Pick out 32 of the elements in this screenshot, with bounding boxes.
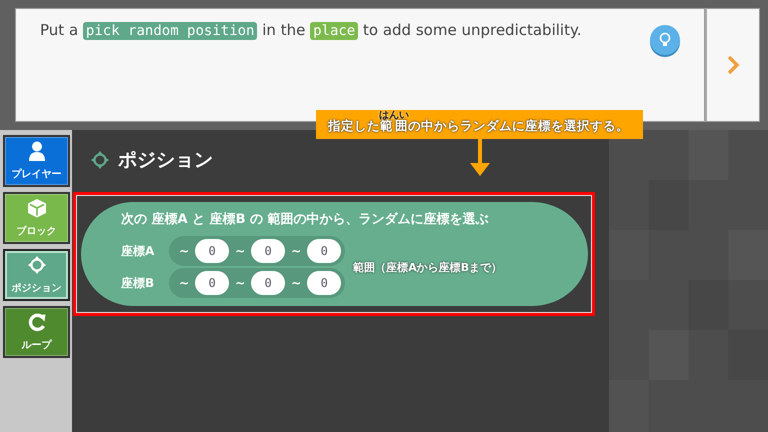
coordinate-label: 座標A — [121, 242, 156, 260]
chevron-right-icon — [726, 54, 740, 76]
down-arrow — [468, 139, 490, 177]
range-note: 範囲（座標Aから座標Bまで） — [353, 260, 504, 274]
cube-icon — [26, 198, 46, 218]
crosshair-icon — [90, 150, 110, 170]
category-button[interactable]: ループ — [3, 306, 70, 358]
instruction-text: Put a pick random position in the place to add some unpredictability. — [40, 20, 582, 42]
code-block[interactable]: 次の 座標A と 座標B の 範囲の中から、ランダムに座標を選ぶ 座標A ~ 0 ~ 0 ~ 0 座標B ~ 0 ~ 0 ~ 0 範囲（座標Aから座標Bまで） — [81, 202, 588, 306]
hint-button[interactable] — [650, 25, 680, 55]
number-field[interactable]: 0 — [195, 239, 230, 263]
coordinate-label: 座標B — [121, 274, 156, 292]
tilde-label: ~ — [235, 276, 246, 290]
number-field[interactable]: 0 — [251, 271, 286, 295]
refresh-icon — [26, 312, 46, 332]
tilde-label: ~ — [291, 276, 302, 290]
tilde-label: ~ — [291, 244, 302, 258]
category-button[interactable]: プレイヤー — [3, 135, 70, 187]
number-field[interactable]: 0 — [307, 239, 342, 263]
number-field[interactable]: 0 — [195, 271, 230, 295]
crosshair-icon — [26, 255, 46, 275]
tilde-label: ~ — [179, 276, 190, 290]
callout-label: 指定した範囲 はんい の中からランダムに座標を選択する。 — [316, 110, 643, 139]
number-field[interactable]: 0 — [251, 239, 286, 263]
category-title: ポジション — [118, 148, 213, 173]
tilde-label: ~ — [179, 244, 190, 258]
person-icon — [28, 141, 46, 161]
next-button[interactable] — [705, 8, 760, 122]
number-field[interactable]: 0 — [307, 271, 342, 295]
lightbulb-icon — [658, 32, 672, 48]
block-header: 次の 座標A と 座標B の 範囲の中から、ランダムに座標を選ぶ — [121, 210, 490, 229]
tilde-label: ~ — [235, 244, 246, 258]
